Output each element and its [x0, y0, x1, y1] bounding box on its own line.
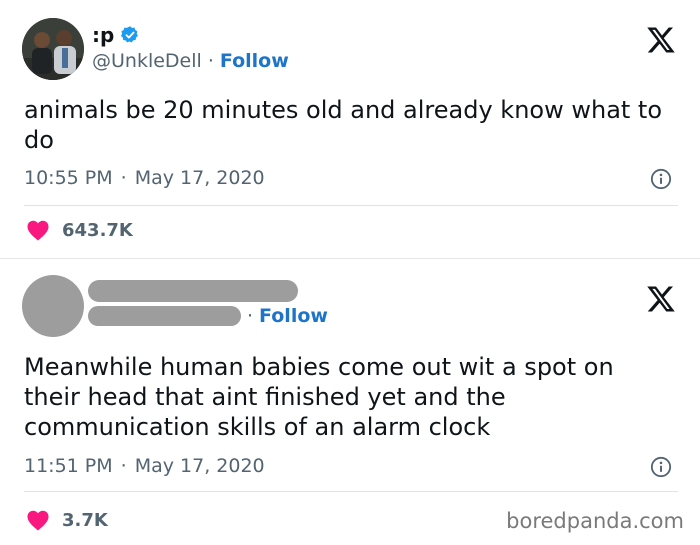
tweet-timestamp[interactable]: 11:51 PM · May 17, 2020 [24, 455, 265, 477]
meta-separator: · [120, 455, 127, 477]
tweet-text: Meanwhile human babies come out wit a sp… [24, 353, 614, 441]
separator-dot: · [207, 50, 214, 72]
tweet-text: animals be 20 minutes old and already kn… [24, 96, 663, 154]
tweet-time: 10:55 PM [24, 167, 113, 189]
avatar-redacted[interactable] [22, 275, 84, 337]
author-name-row: :p [92, 23, 140, 47]
handle-row: · Follow [88, 305, 328, 327]
avatar[interactable] [22, 18, 84, 80]
tweet-card-2: · Follow Meanwhile human babies come out… [0, 258, 700, 545]
like-button[interactable]: 3.7K [26, 509, 108, 531]
avatar-photo [22, 18, 84, 80]
handle[interactable]: @UnkleDell [92, 50, 202, 72]
redacted-display-name [88, 280, 298, 302]
like-count: 3.7K [62, 509, 108, 531]
heart-icon [27, 510, 49, 531]
info-icon[interactable] [650, 168, 672, 190]
handle-row: @UnkleDell · Follow [92, 50, 289, 72]
divider [24, 491, 678, 492]
display-name[interactable]: :p [92, 23, 114, 47]
x-logo-icon[interactable] [646, 26, 676, 54]
watermark: boredpanda.com [506, 509, 684, 533]
divider [24, 205, 678, 206]
tweet-card-1: :p @UnkleDell · Follow animals be 20 min… [0, 0, 700, 258]
tweet-date: May 17, 2020 [134, 167, 265, 189]
tweet-time: 11:51 PM [24, 455, 113, 477]
heart-icon [27, 220, 49, 241]
redacted-handle [88, 306, 241, 326]
tweet-date: May 17, 2020 [134, 455, 265, 477]
separator-dot: · [247, 305, 254, 327]
like-button[interactable]: 643.7K [26, 219, 133, 241]
follow-button[interactable]: Follow [220, 50, 289, 72]
meta-separator: · [120, 167, 127, 189]
tweet-timestamp[interactable]: 10:55 PM · May 17, 2020 [24, 167, 265, 189]
follow-button[interactable]: Follow [259, 305, 328, 327]
x-logo-icon[interactable] [646, 285, 676, 313]
verified-badge-icon [121, 26, 139, 43]
like-count: 643.7K [62, 219, 133, 241]
info-icon[interactable] [650, 456, 672, 478]
